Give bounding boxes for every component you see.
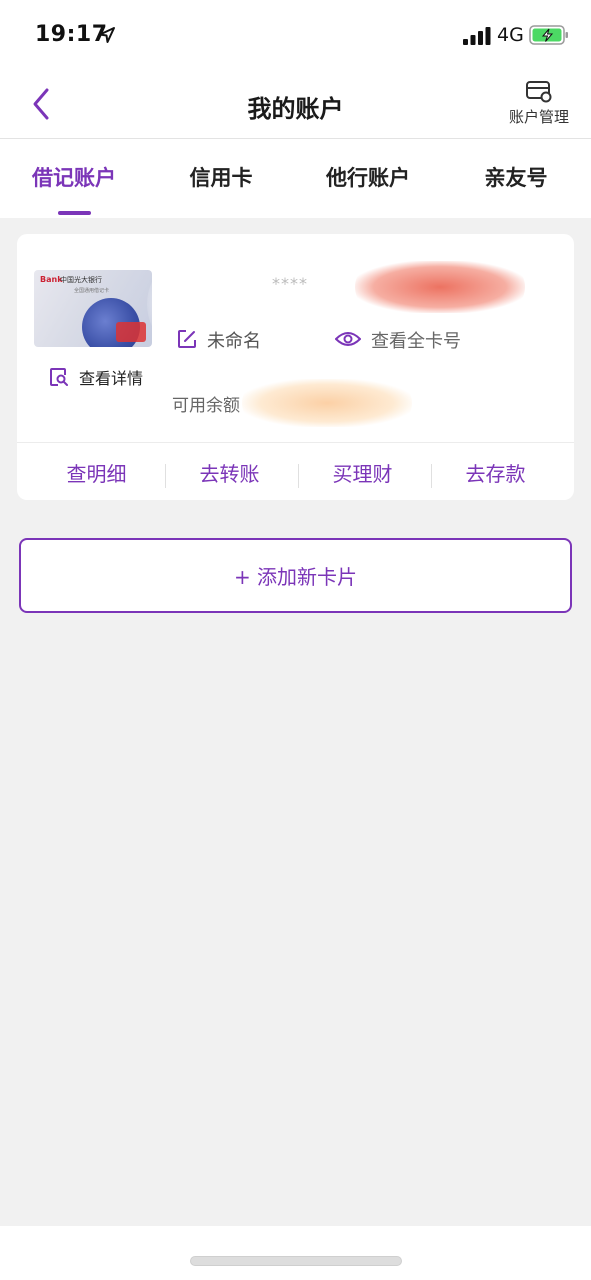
tab-credit-card[interactable]: 信用卡: [151, 162, 291, 192]
eye-icon: [335, 332, 361, 346]
rename-label: 未命名: [207, 331, 261, 352]
search-document-icon: [50, 368, 68, 386]
location-arrow-icon: [99, 27, 115, 43]
tab-family-account[interactable]: 亲友号: [446, 162, 586, 192]
status-time: 19:17: [35, 22, 108, 47]
edit-icon: [178, 330, 196, 348]
bottom-safe-area: [0, 1226, 591, 1280]
debit-account-card: Bank 中国光大银行 全国通用借记卡 **** 未命名 查看全卡号 查看详情 …: [17, 234, 574, 500]
tab-other-bank-account[interactable]: 他行账户: [298, 162, 438, 192]
card-manage-icon: [526, 81, 552, 103]
account-tabs: 借记账户 信用卡 他行账户 亲友号: [0, 139, 591, 217]
buy-wealth-product-button[interactable]: 买理财: [293, 458, 432, 487]
cellular-signal-icon: [463, 27, 491, 45]
active-tab-indicator: [58, 211, 91, 215]
navigation-bar: 我的账户 账户管理: [0, 72, 591, 139]
tab-debit-account[interactable]: 借记账户: [4, 162, 144, 192]
query-details-button[interactable]: 查明细: [27, 458, 166, 487]
bank-card-name: 中国光大银行: [60, 276, 102, 284]
network-type: 4G: [497, 24, 524, 46]
account-manage-button[interactable]: 账户管理: [503, 80, 575, 127]
show-full-card-number-label: 查看全卡号: [371, 331, 461, 352]
deposit-button[interactable]: 去存款: [426, 458, 565, 487]
top-header-area: 19:17 4G 我的账户 账户管理 借记账户 信用卡 他行账户 亲友号: [0, 0, 591, 218]
bank-card-subtitle: 全国通用借记卡: [74, 288, 110, 294]
add-new-card-button[interactable]: + 添加新卡片: [19, 538, 572, 613]
unionpay-logo: [116, 322, 146, 342]
card-actions: 查明细 去转账 买理财 去存款: [17, 443, 574, 500]
card-number-masked: ****: [272, 274, 308, 293]
balance-redaction: [242, 379, 412, 427]
battery-charging-icon: [529, 25, 568, 45]
available-balance-label: 可用余额: [172, 396, 240, 416]
bank-card-image[interactable]: Bank 中国光大银行 全国通用借记卡: [34, 270, 152, 347]
card-number-redaction: [355, 261, 525, 313]
home-indicator: [190, 1256, 402, 1266]
transfer-button[interactable]: 去转账: [160, 458, 299, 487]
status-bar: 19:17 4G: [0, 0, 591, 72]
add-new-card-label: + 添加新卡片: [233, 565, 358, 589]
account-manage-label: 账户管理: [508, 108, 569, 126]
view-details-label: 查看详情: [79, 369, 144, 388]
